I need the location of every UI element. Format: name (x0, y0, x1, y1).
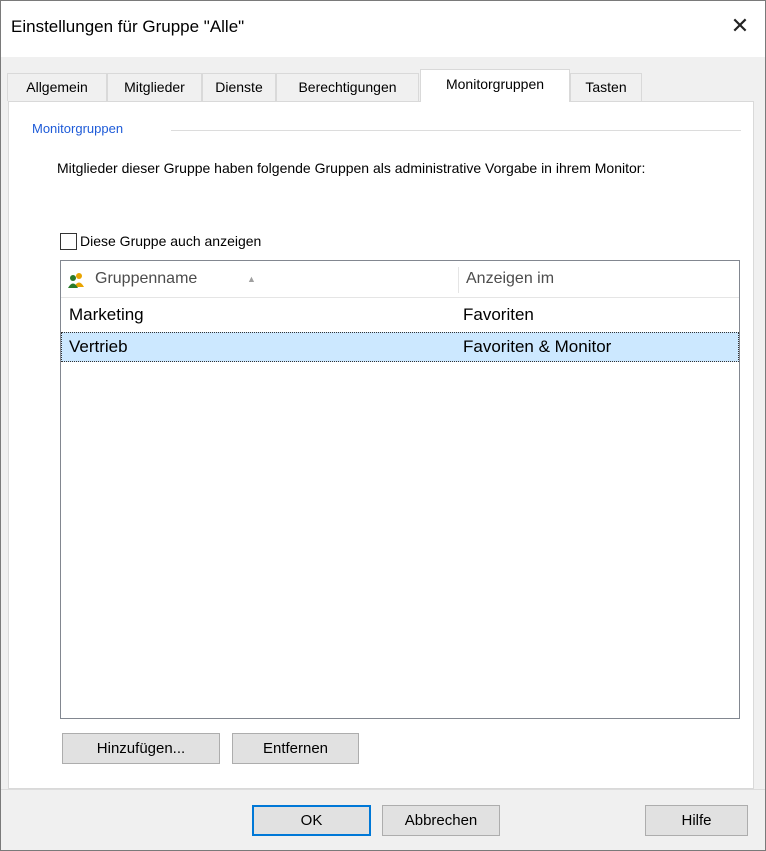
add-button[interactable]: Hinzufügen... (62, 733, 220, 764)
section-label: Monitorgruppen (32, 121, 124, 136)
show-group-checkbox-row[interactable]: Diese Gruppe auch anzeigen (60, 232, 261, 250)
list-item[interactable]: Marketing Favoriten (61, 300, 739, 330)
title-bar: Einstellungen für Gruppe "Alle" ✕ (1, 1, 765, 57)
section-divider (171, 130, 741, 131)
cancel-button[interactable]: Abbrechen (382, 805, 500, 836)
column-divider[interactable] (458, 267, 459, 293)
tab-dienste[interactable]: Dienste (202, 73, 276, 101)
tab-mitglieder[interactable]: Mitglieder (107, 73, 202, 101)
dialog-title: Einstellungen für Gruppe "Alle" (11, 17, 245, 36)
tab-tasten[interactable]: Tasten (570, 73, 642, 101)
tab-monitorgruppen[interactable]: Monitorgruppen (420, 69, 570, 102)
tab-allgemein[interactable]: Allgemein (7, 73, 107, 101)
column-header-gruppenname[interactable]: Gruppenname (95, 270, 197, 288)
show-group-checkbox-label[interactable]: Diese Gruppe auch anzeigen (80, 233, 261, 249)
section-description: Mitglieder dieser Gruppe haben folgende … (57, 160, 646, 176)
row-group-name: Marketing (69, 305, 144, 324)
ok-button[interactable]: OK (252, 805, 371, 836)
sort-ascending-icon: ▲ (247, 274, 256, 284)
row-show-in: Favoriten & Monitor (463, 337, 612, 356)
show-group-checkbox[interactable] (60, 232, 77, 250)
close-icon[interactable]: ✕ (725, 11, 755, 41)
list-header: Gruppenname ▲ Anzeigen im (61, 261, 739, 298)
settings-dialog: Einstellungen für Gruppe "Alle" ✕ Allgem… (0, 0, 766, 851)
row-show-in: Favoriten (463, 305, 534, 324)
row-group-name: Vertrieb (69, 337, 128, 356)
group-users-icon (68, 273, 84, 288)
tab-berechtigungen[interactable]: Berechtigungen (276, 73, 419, 101)
group-list[interactable]: Gruppenname ▲ Anzeigen im Marketing Favo… (60, 260, 740, 719)
column-header-anzeigen-im[interactable]: Anzeigen im (466, 270, 554, 288)
footer-divider (1, 789, 765, 790)
list-item-selected[interactable]: Vertrieb Favoriten & Monitor (61, 332, 739, 362)
help-button[interactable]: Hilfe (645, 805, 748, 836)
remove-button[interactable]: Entfernen (232, 733, 359, 764)
